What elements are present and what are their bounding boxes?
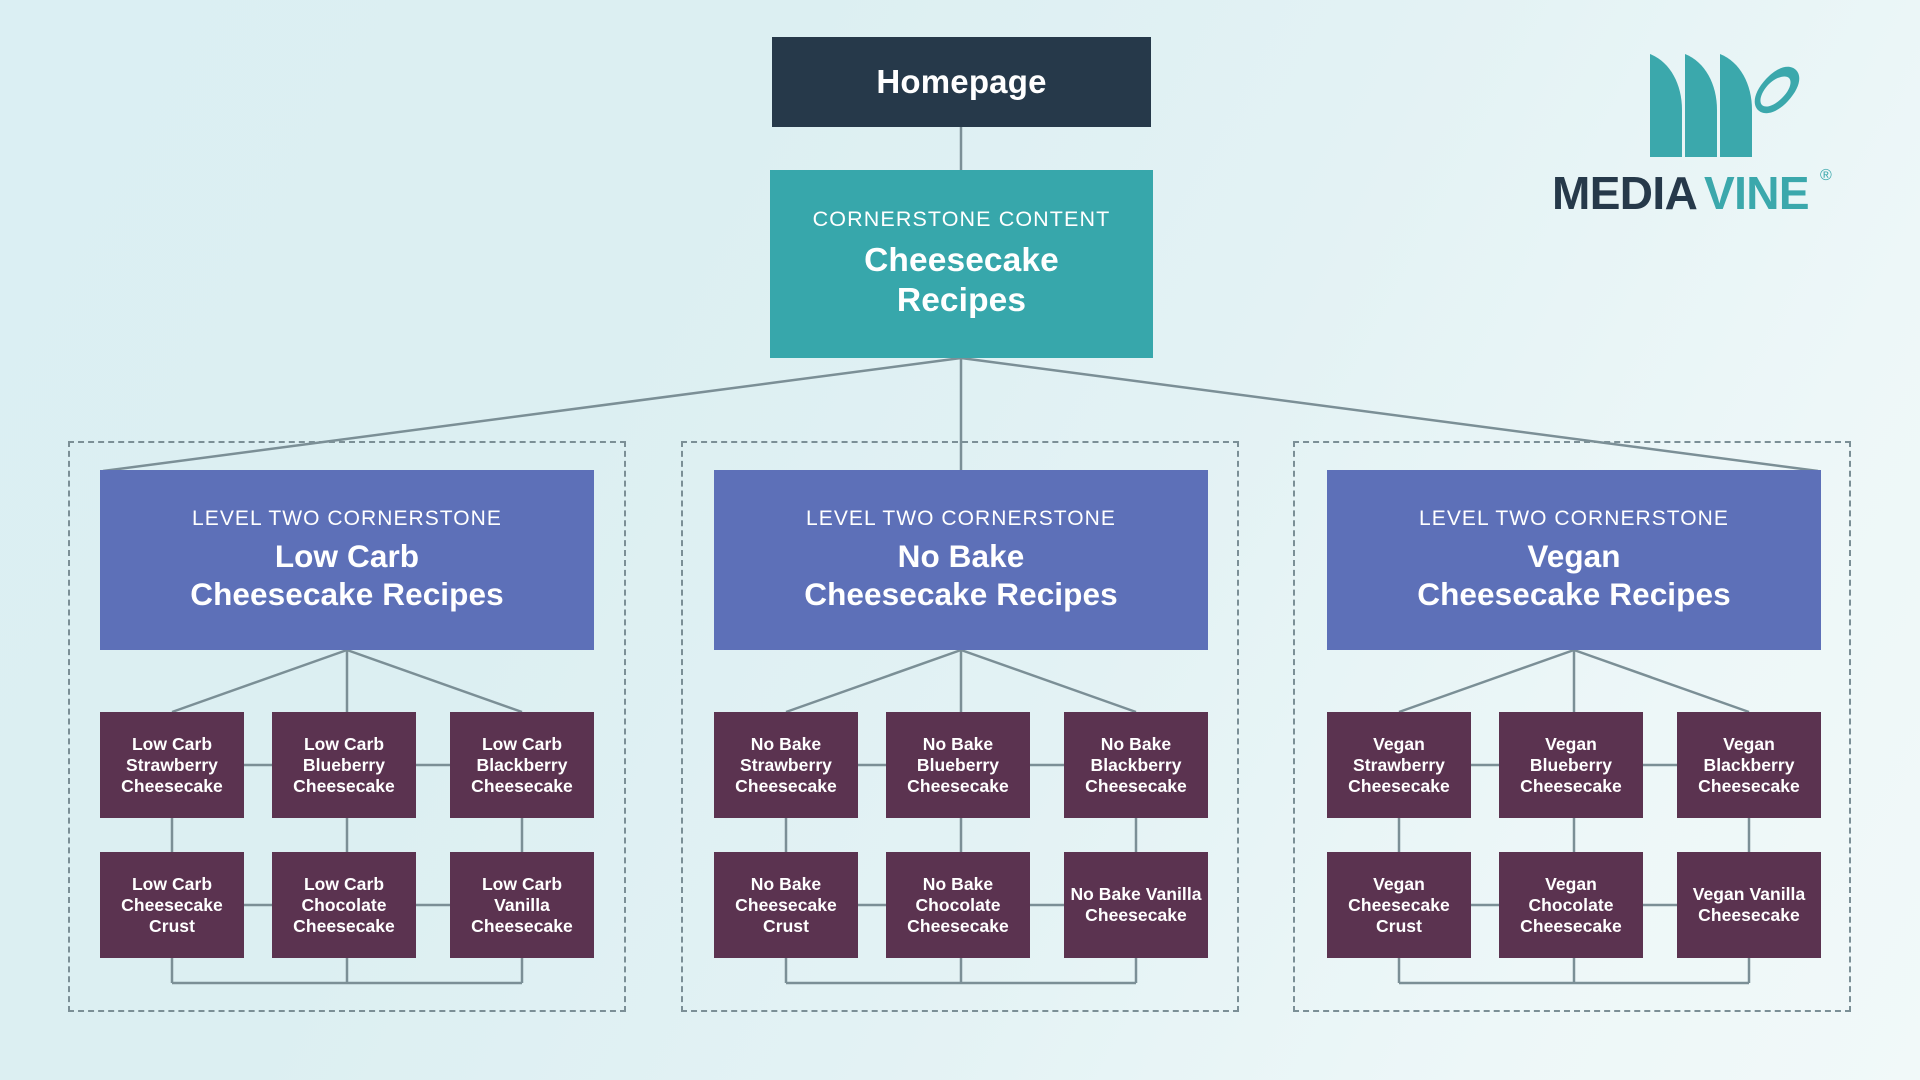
node-leaf[interactable]: Vegan Vanilla Cheesecake bbox=[1677, 852, 1821, 958]
node-level-two-low-carb[interactable]: LEVEL TWO CORNERSTONE Low Carb Cheesecak… bbox=[100, 470, 594, 650]
node-leaf[interactable]: Vegan Chocolate Cheesecake bbox=[1499, 852, 1643, 958]
mediavine-logo: MEDIA VINE ® bbox=[1552, 44, 1852, 216]
node-leaf[interactable]: No Bake Cheesecake Crust bbox=[714, 852, 858, 958]
wordmark-media: MEDIA bbox=[1552, 167, 1697, 216]
node-leaf[interactable]: Vegan Strawberry Cheesecake bbox=[1327, 712, 1471, 818]
level-two-kicker: LEVEL TWO CORNERSTONE bbox=[1419, 506, 1729, 530]
node-leaf[interactable]: No Bake Blackberry Cheesecake bbox=[1064, 712, 1208, 818]
node-level-two-no-bake[interactable]: LEVEL TWO CORNERSTONE No Bake Cheesecake… bbox=[714, 470, 1208, 650]
wordmark-vine: VINE bbox=[1704, 167, 1809, 216]
cornerstone-title-line2: Recipes bbox=[896, 282, 1027, 319]
node-level-two-vegan[interactable]: LEVEL TWO CORNERSTONE Vegan Cheesecake R… bbox=[1327, 470, 1821, 650]
node-leaf[interactable]: Low Carb Blueberry Cheesecake bbox=[272, 712, 416, 818]
level-two-title-line1: No Bake bbox=[897, 537, 1025, 574]
node-cornerstone-content[interactable]: CORNERSTONE CONTENT Cheesecake Recipes bbox=[770, 170, 1153, 358]
level-two-kicker: LEVEL TWO CORNERSTONE bbox=[192, 506, 502, 530]
diagram-canvas: Homepage CORNERSTONE CONTENT Cheesecake … bbox=[0, 0, 1920, 1080]
node-leaf[interactable]: No Bake Strawberry Cheesecake bbox=[714, 712, 858, 818]
node-homepage[interactable]: Homepage bbox=[772, 37, 1151, 127]
level-two-title-line1: Low Carb bbox=[274, 537, 420, 574]
node-leaf[interactable]: Low Carb Blackberry Cheesecake bbox=[450, 712, 594, 818]
node-leaf[interactable]: Vegan Blueberry Cheesecake bbox=[1499, 712, 1643, 818]
node-leaf[interactable]: No Bake Blueberry Cheesecake bbox=[886, 712, 1030, 818]
level-two-title-line1: Vegan bbox=[1527, 537, 1621, 574]
node-leaf[interactable]: Vegan Cheesecake Crust bbox=[1327, 852, 1471, 958]
node-leaf[interactable]: Low Carb Cheesecake Crust bbox=[100, 852, 244, 958]
node-leaf[interactable]: No Bake Chocolate Cheesecake bbox=[886, 852, 1030, 958]
cornerstone-kicker: CORNERSTONE CONTENT bbox=[812, 207, 1111, 232]
node-leaf[interactable]: Vegan Blackberry Cheesecake bbox=[1677, 712, 1821, 818]
node-leaf[interactable]: Low Carb Strawberry Cheesecake bbox=[100, 712, 244, 818]
registered-mark-icon: ® bbox=[1820, 167, 1832, 184]
cornerstone-title-line1: Cheesecake bbox=[864, 242, 1059, 280]
node-leaf[interactable]: Low Carb Chocolate Cheesecake bbox=[272, 852, 416, 958]
homepage-label: Homepage bbox=[876, 63, 1047, 100]
level-two-kicker: LEVEL TWO CORNERSTONE bbox=[806, 506, 1116, 530]
node-leaf[interactable]: Low Carb Vanilla Cheesecake bbox=[450, 852, 594, 958]
mediavine-mark-icon bbox=[1650, 54, 1800, 157]
node-leaf[interactable]: No Bake Vanilla Cheesecake bbox=[1064, 852, 1208, 958]
level-two-title-line2: Cheesecake Recipes bbox=[1417, 575, 1731, 612]
level-two-title-line2: Cheesecake Recipes bbox=[190, 575, 504, 612]
level-two-title-line2: Cheesecake Recipes bbox=[804, 575, 1118, 612]
